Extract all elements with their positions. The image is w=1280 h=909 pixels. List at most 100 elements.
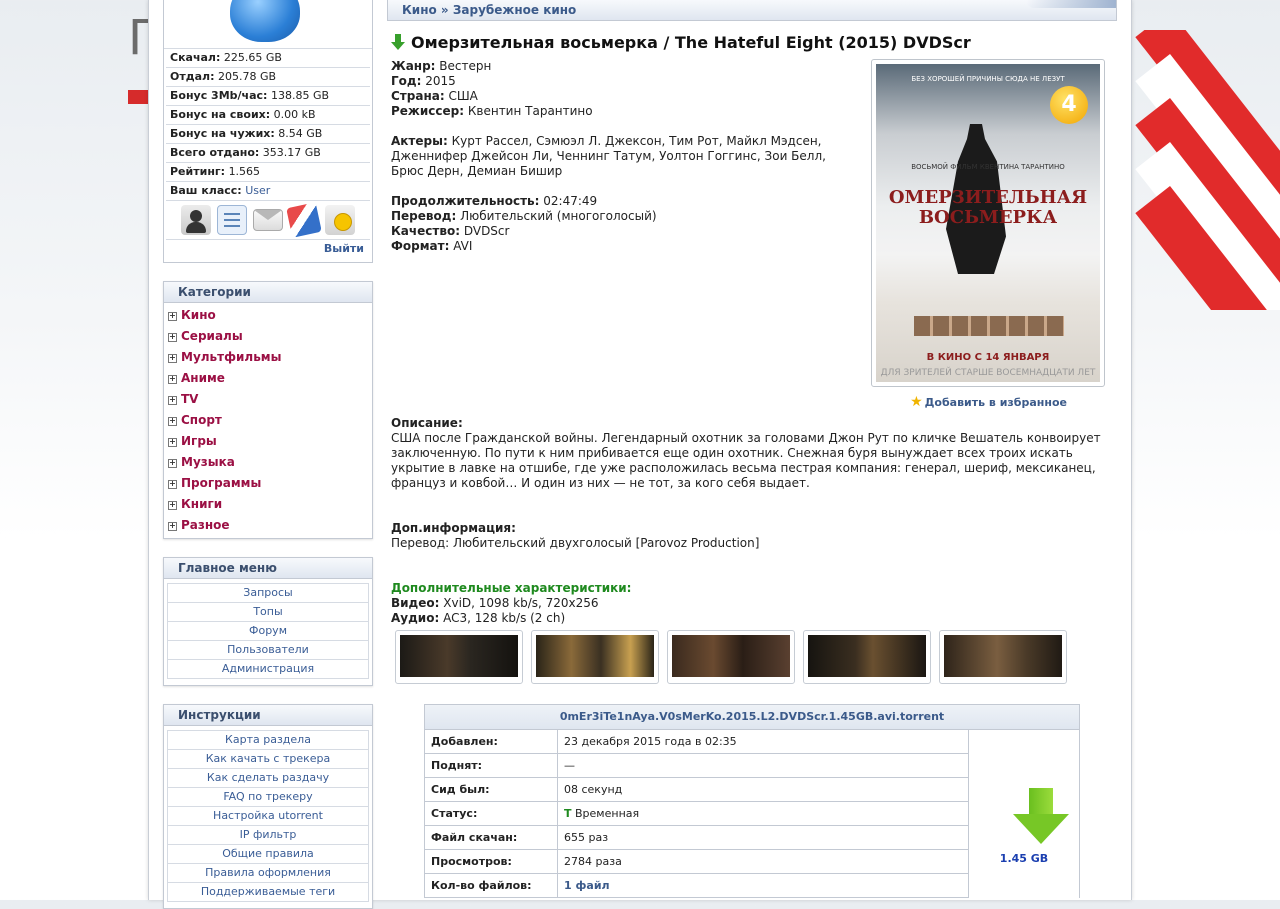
categories-block: Категории + Кино + Сериалы + Мультфильмы + А… [163,281,373,539]
stat-user-class: Ваш класс: User [166,182,370,201]
category-tv[interactable]: + TV [164,389,372,410]
breadcrumb: Кино » Зарубежное кино [387,0,1117,21]
poster-tagline: БЕЗ ХОРОШЕЙ ПРИЧИНЫ СЮДА НЕ ЛЕЗУТ [911,75,1065,83]
stat-downloaded: Скачал: 225.65 GB [166,49,370,68]
torrent-info-table: 0mEr3iTe1nAya.V0sMerKo.2015.L2.DVDScr.1.… [424,704,1080,898]
description-text: США после Гражданской войны. Легендарный… [391,431,1101,490]
info-duration: Продолжительность: 02:47:49 [391,194,598,208]
category-serials[interactable]: + Сериалы [164,326,372,347]
messages-icon[interactable] [253,209,283,231]
instr-item-tags[interactable]: Поддерживаемые теги [167,883,369,902]
info-quality: Качество: DVDScr [391,224,510,238]
description-label: Описание: [391,416,463,430]
stat-bonus-hourly: Бонус 3Mb/час: 138.85 GB [166,87,370,106]
poster-age: ДЛЯ ЗРИТЕЛЕЙ СТАРШЕ ВОСЕМНАДЦАТИ ЛЕТ [880,368,1096,378]
file-list-link[interactable]: 1 файл [558,874,610,897]
torrent-row-seeded: Сид был: 08 секунд [425,778,968,802]
main-menu-block: Главное меню Запросы Топы Форум Пользова… [163,557,373,686]
torrent-row-files: Кол-во файлов: 1 файл [425,874,968,898]
left-column: Скачал: 225.65 GB Отдал: 205.78 GB Бонус… [163,0,373,909]
screenshot-thumb[interactable] [531,630,659,684]
smiley-icon[interactable] [325,205,355,235]
instr-item-rules[interactable]: Общие правила [167,845,369,864]
release-title: Омерзительная восьмерка / The Hateful Ei… [411,32,971,52]
category-music[interactable]: + Музыка [164,452,372,473]
stat-bonus-others: Бонус на чужих: 8.54 GB [166,125,370,144]
category-kino[interactable]: + Кино [164,305,372,326]
torrent-row-added: Добавлен: 23 декабря 2015 года в 02:35 [425,730,968,754]
torrent-row-bumped: Поднят: — [425,754,968,778]
screenshot-thumb[interactable] [395,630,523,684]
add-favorite-link[interactable]: ★ Добавить в избранное [910,395,1067,410]
screenshots-row [395,630,1067,684]
category-games[interactable]: + Игры [164,431,372,452]
category-anime[interactable]: + Аниме [164,368,372,389]
info-director: Режиссер: Квентин Тарантино [391,104,593,118]
main-menu-title: Главное меню [164,558,372,579]
stat-total-given: Всего отдано: 353.17 GB [166,144,370,163]
poster-badge: 4 [1050,86,1088,124]
instructions-block: Инструкции Карта раздела Как качать с тр… [163,704,373,909]
settings-icon[interactable] [217,205,247,235]
status-mark: T [564,807,572,820]
profile-icon[interactable] [181,205,211,235]
release-header: Омерзительная восьмерка / The Hateful Ei… [387,31,1117,53]
specs-label: Дополнительные характеристики: [391,581,632,595]
download-size[interactable]: 1.45 GB [969,852,1079,865]
page-container: Скачал: 225.65 GB Отдал: 205.78 GB Бонус… [148,0,1132,909]
clapper-decoration [1130,30,1280,310]
main-column: Кино » Зарубежное кино Омерзительная вос… [387,0,1117,679]
menu-item-top[interactable]: Топы [167,603,369,622]
instr-item-utorrent[interactable]: Настройка utorrent [167,807,369,826]
menu-item-admin[interactable]: Администрация [167,660,369,679]
torrent-row-status: Статус: T Временная [425,802,968,826]
screenshot-thumb[interactable] [803,630,931,684]
bookmarks-icon[interactable] [286,202,322,238]
logout-link[interactable]: Выйти [166,240,370,258]
user-panel: Скачал: 225.65 GB Отдал: 205.78 GB Бонус… [163,0,373,263]
info-actors: Актеры: Курт Рассел, Сэмюэл Л. Джексон, … [391,134,826,178]
info-genre: Жанр: Вестерн [391,59,492,73]
screenshot-thumb[interactable] [939,630,1067,684]
download-panel: 1.45 GB [969,730,1079,898]
stat-uploaded: Отдал: 205.78 GB [166,68,370,87]
info-country: Страна: США [391,89,478,103]
stat-bonus-own: Бонус на своих: 0.00 kB [166,106,370,125]
poster-image[interactable]: БЕЗ ХОРОШЕЙ ПРИЧИНЫ СЮДА НЕ ЛЕЗУТ 4 ВОСЬ… [871,59,1105,387]
torrent-row-views: Просмотров: 2784 раза [425,850,968,874]
category-books[interactable]: + Книги [164,494,372,515]
stat-rating: Рейтинг: 1.565 [166,163,370,182]
poster-subtitle: ВОСЬМОЙ ФИЛЬМ КВЕНТИНА ТАРАНТИНО [911,163,1065,171]
instr-item-sitemap[interactable]: Карта раздела [167,730,369,750]
download-button-icon[interactable] [1013,788,1069,848]
instr-item-ip-filter[interactable]: IP фильтр [167,826,369,845]
release-body: БЕЗ ХОРОШЕЙ ПРИЧИНЫ СЮДА НЕ ЛЕЗУТ 4 ВОСЬ… [391,59,1117,679]
category-sport[interactable]: + Спорт [164,410,372,431]
avatar[interactable] [164,0,372,49]
instructions-title: Инструкции [164,705,372,726]
category-misc[interactable]: + Разное [164,515,372,536]
menu-item-forum[interactable]: Форум [167,622,369,641]
category-software[interactable]: + Программы [164,473,372,494]
screenshot-thumb[interactable] [667,630,795,684]
torrent-filename-link[interactable]: 0mEr3iTe1nAya.V0sMerKo.2015.L2.DVDScr.1.… [425,705,1079,730]
category-cartoons[interactable]: + Мультфильмы [164,347,372,368]
spec-video: Видео: XviD, 1098 kb/s, 720x256 [391,596,599,610]
categories-title: Категории [164,282,372,303]
instr-item-design-rules[interactable]: Правила оформления [167,864,369,883]
info-translation: Перевод: Любительский (многоголосый) [391,209,657,223]
poster-cast-strip [914,316,1064,336]
extra-info-label: Доп.информация: [391,521,516,535]
torrent-row-downloads: Файл скачан: 655 раз [425,826,968,850]
poster-release: В КИНО С 14 ЯНВАРЯ [926,352,1050,363]
menu-item-users[interactable]: Пользователи [167,641,369,660]
menu-item-requests[interactable]: Запросы [167,583,369,603]
instr-item-faq[interactable]: FAQ по трекеру [167,788,369,807]
instr-item-how-upload[interactable]: Как сделать раздачу [167,769,369,788]
info-year: Год: 2015 [391,74,456,88]
star-icon: ★ [910,394,923,410]
download-arrow-icon[interactable] [391,34,405,50]
instr-item-how-download[interactable]: Как качать с трекера [167,750,369,769]
user-actions [166,201,370,240]
poster-title: ОМЕРЗИТЕЛЬНАЯ ВОСЬМЕРКА [888,187,1088,228]
